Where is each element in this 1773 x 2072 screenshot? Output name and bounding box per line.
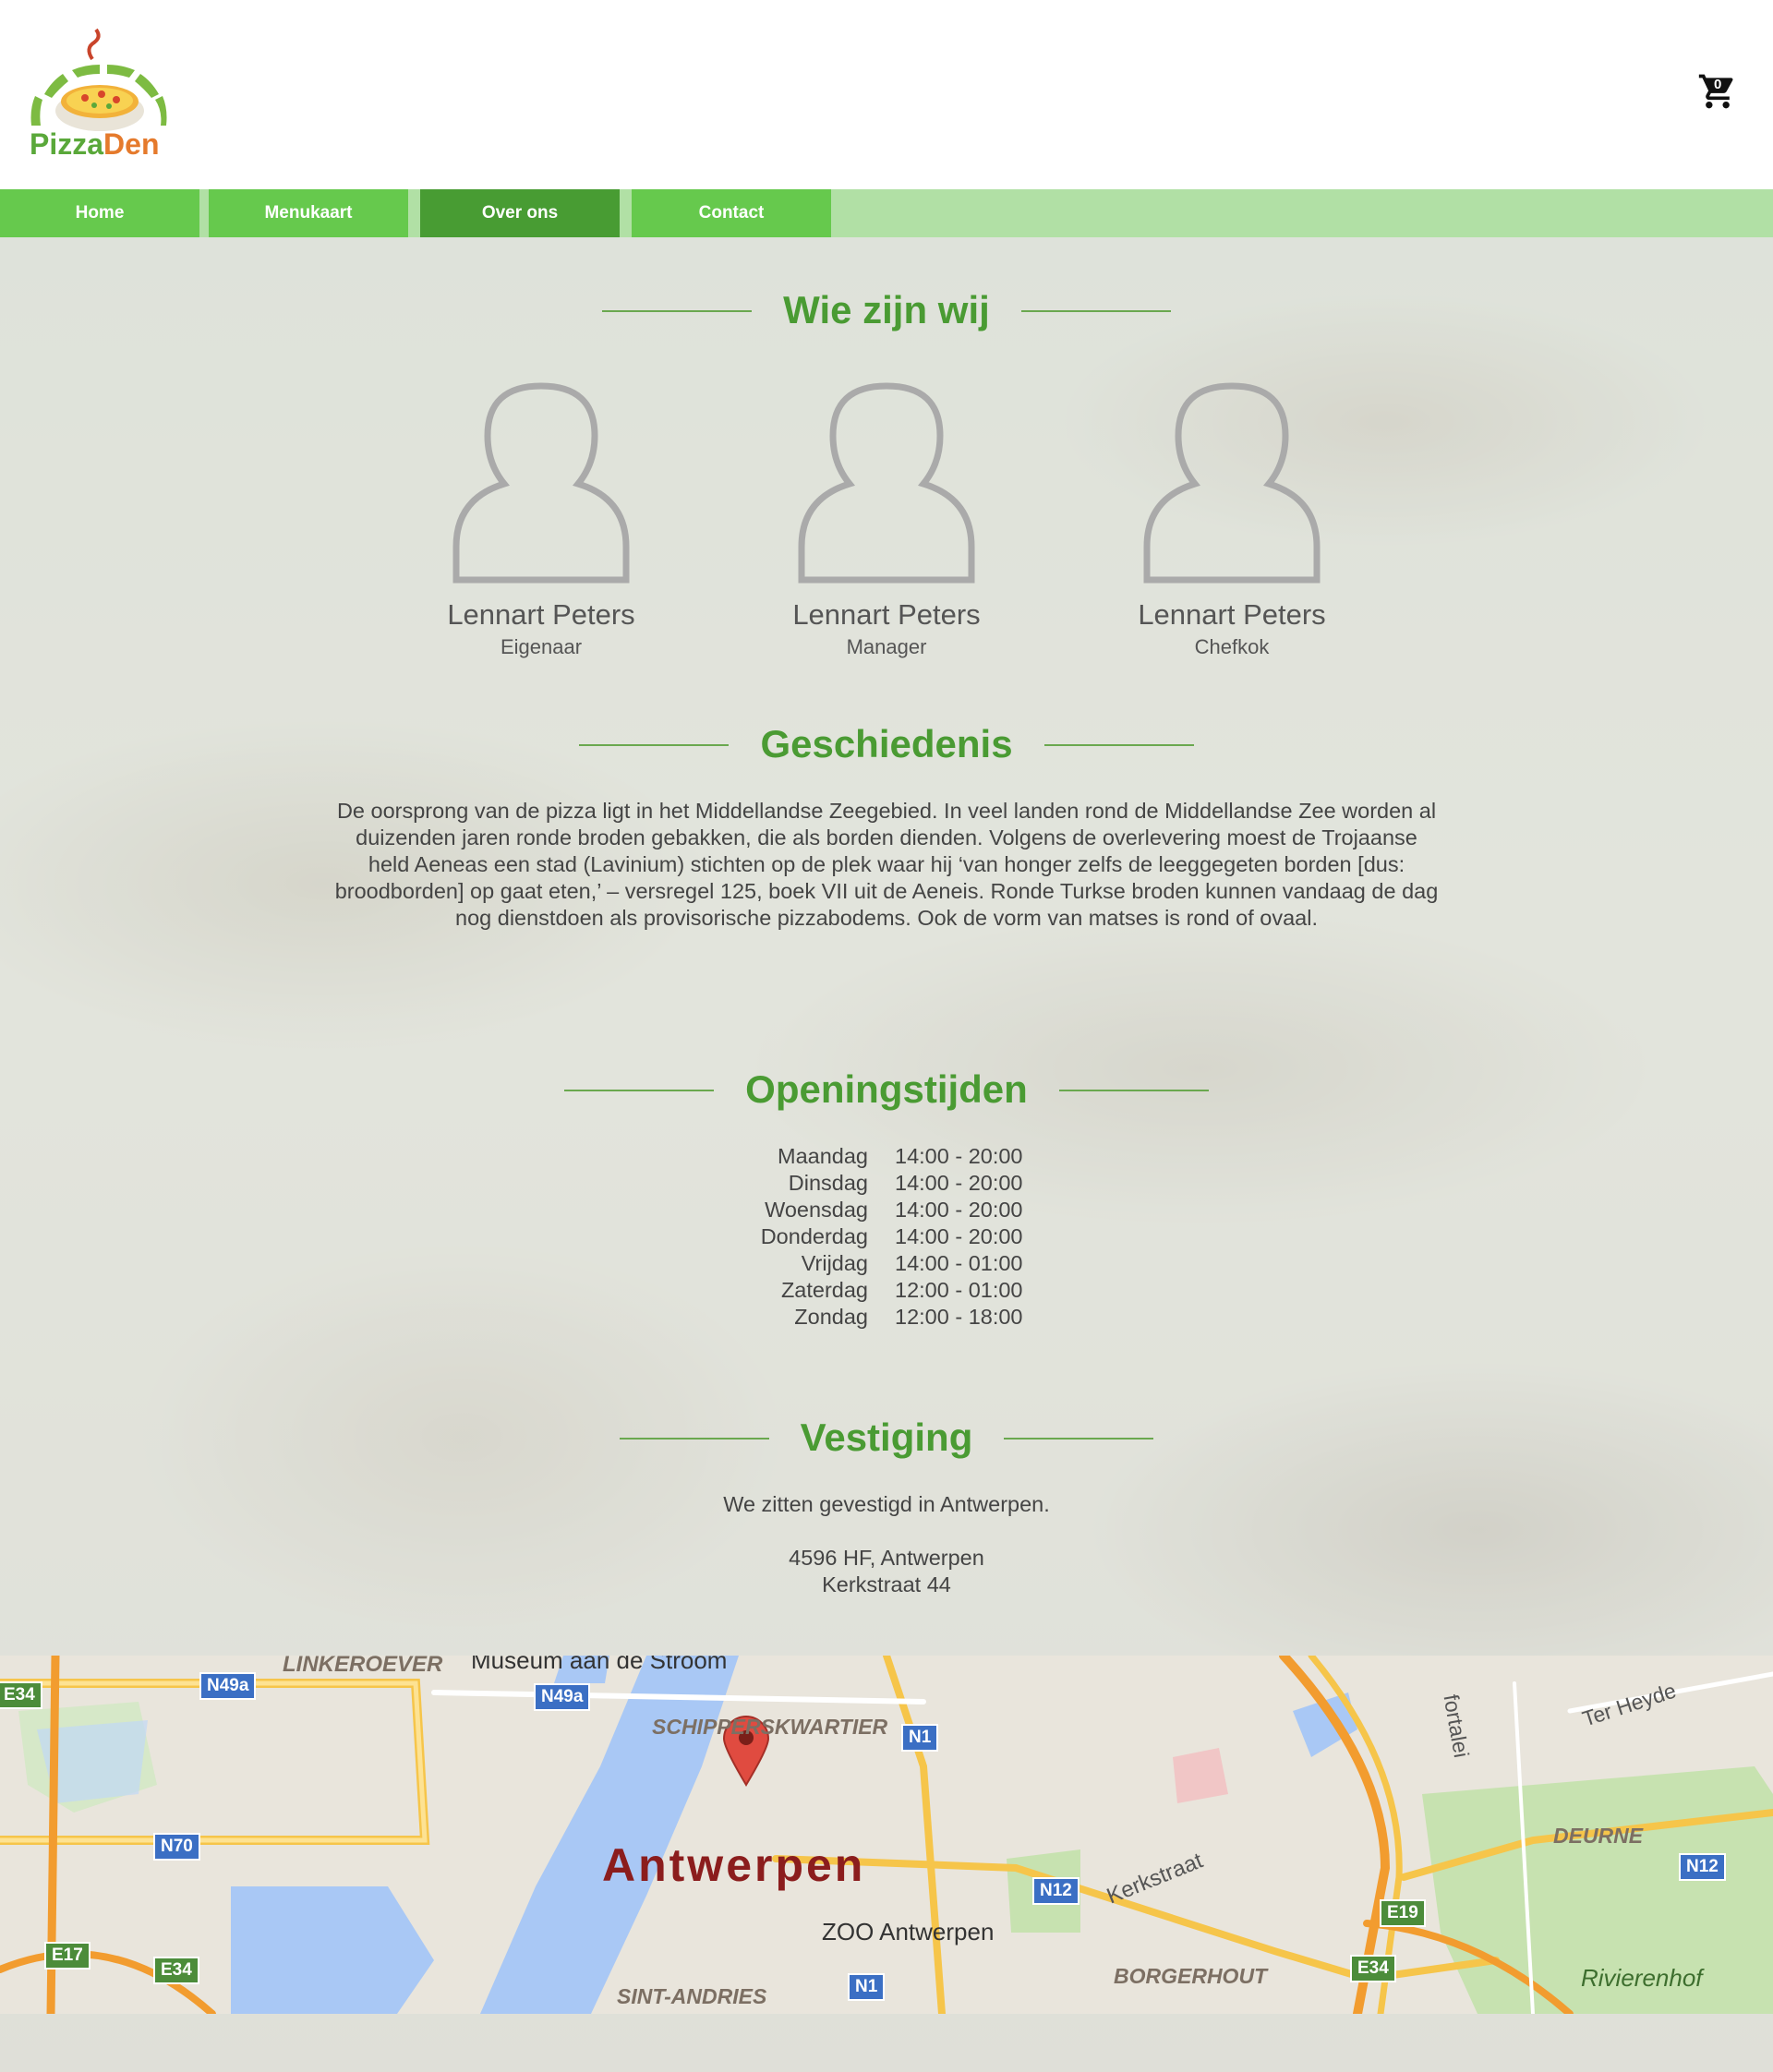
road-badge: N49a [199, 1672, 257, 1700]
road-badge: N12 [1032, 1877, 1079, 1905]
team-member-name: Lennart Peters [1138, 598, 1326, 631]
map-label: Rivierenhof [1581, 1964, 1703, 1992]
site-header: PizzaDen 0 [0, 0, 1773, 189]
hours-row: Zaterdag 12:00 - 01:00 [780, 1278, 1023, 1302]
road-badge: E17 [44, 1942, 90, 1970]
map-label: ZOO Antwerpen [822, 1918, 995, 1946]
person-avatar-icon [452, 382, 630, 584]
nav-menukaart[interactable]: Menukaart [209, 189, 408, 237]
person-avatar-icon [1143, 382, 1321, 584]
section-title-team: Wie zijn wij [0, 288, 1773, 332]
road-badge: N1 [848, 1973, 886, 2001]
road-badge: N49a [534, 1683, 591, 1711]
road-badge: E34 [153, 1957, 199, 1984]
address-line-2: Kerkstraat 44 [822, 1572, 951, 1596]
nav-home[interactable]: Home [0, 189, 199, 237]
map-label: SINT-ANDRIES [617, 1984, 767, 2008]
section-title-location: Vestiging [0, 1415, 1773, 1460]
cart-count-badge: 0 [1714, 77, 1722, 92]
location-map[interactable]: LINKEROEVER Museum aan de Stroom SCHIPPE… [0, 1656, 1773, 2014]
map-label: DEURNE [1553, 1824, 1644, 1848]
hours-row: Zondag 12:00 - 18:00 [794, 1305, 1023, 1329]
nav-contact[interactable]: Contact [632, 189, 831, 237]
road-badge: E19 [1380, 1899, 1426, 1927]
road-badge: E34 [1350, 1955, 1396, 1982]
map-label: Museum aan de Stroom [471, 1656, 728, 1674]
map-city-label: Antwerpen [602, 1839, 866, 1891]
hours-row: Dinsdag 14:00 - 20:00 [788, 1171, 1023, 1195]
nav-over-ons[interactable]: Over ons [420, 189, 620, 237]
team-member-name: Lennart Peters [447, 598, 635, 631]
road-badge: N1 [901, 1724, 939, 1752]
map-label: LINKEROEVER [283, 1656, 443, 1677]
road-badge: E34 [0, 1681, 42, 1709]
hours-row: Donderdag 14:00 - 20:00 [760, 1224, 1023, 1248]
section-title-history: Geschiedenis [0, 722, 1773, 766]
history-text: De oorsprong van de pizza ligt in het Mi… [334, 799, 1439, 930]
location-intro: We zitten gevestigd in Antwerpen. [723, 1492, 1050, 1516]
team-member-role: Manager [846, 635, 927, 658]
opening-hours-table: Maandag 14:00 - 20:00 Dinsdag 14:00 - 20:0… [646, 1143, 1127, 1331]
team-member-card: Lennart Peters Chefkok [1093, 380, 1370, 659]
team-member-card: Lennart Peters Eigenaar [403, 380, 680, 659]
main-navigation: Home Menukaart Over ons Contact [0, 189, 1773, 237]
team-member-role: Chefkok [1194, 635, 1270, 658]
road-badge: N70 [153, 1833, 200, 1861]
team-member-card: Lennart Peters Manager [748, 380, 1025, 659]
team-member-name: Lennart Peters [792, 598, 981, 631]
brand-name[interactable]: PizzaDen [30, 127, 159, 162]
map-label: SCHIPPERSKWARTIER [652, 1715, 888, 1739]
address-line-1: 4596 HF, Antwerpen [789, 1546, 984, 1570]
hours-row: Vrijdag 14:00 - 01:00 [801, 1251, 1023, 1275]
map-canvas [0, 1656, 1773, 2014]
hours-row: Woensdag 14:00 - 20:00 [765, 1198, 1023, 1222]
team-member-role: Eigenaar [500, 635, 583, 658]
road-badge: N12 [1679, 1853, 1726, 1881]
map-label: BORGERHOUT [1114, 1964, 1268, 1988]
section-title-opening-hours: Openingstijden [0, 1067, 1773, 1112]
person-avatar-icon [798, 382, 975, 584]
hours-row: Maandag 14:00 - 20:00 [778, 1144, 1023, 1168]
